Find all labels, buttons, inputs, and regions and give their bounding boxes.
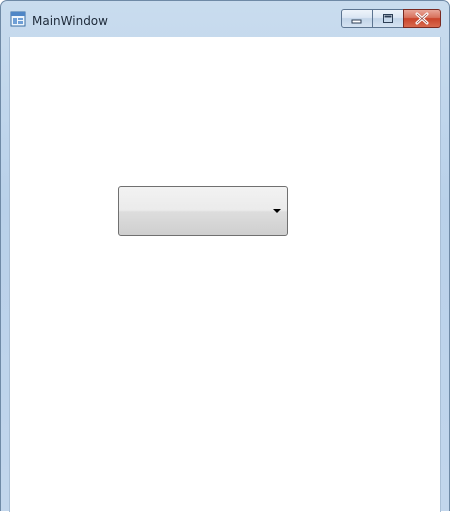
- maximize-icon: [383, 14, 393, 23]
- client-area: [9, 37, 441, 512]
- close-icon: [415, 12, 429, 25]
- window-title: MainWindow: [32, 14, 108, 28]
- close-button[interactable]: [403, 9, 441, 28]
- minimize-button[interactable]: [341, 9, 373, 28]
- title-bar[interactable]: MainWindow: [1, 1, 449, 37]
- chevron-down-icon[interactable]: [273, 209, 281, 213]
- maximize-button[interactable]: [372, 9, 404, 28]
- app-window-icon[interactable]: [10, 11, 26, 27]
- combobox[interactable]: [118, 186, 288, 236]
- caption-buttons: [341, 9, 441, 29]
- main-window: MainWindow: [0, 0, 450, 512]
- minimize-icon: [351, 19, 362, 24]
